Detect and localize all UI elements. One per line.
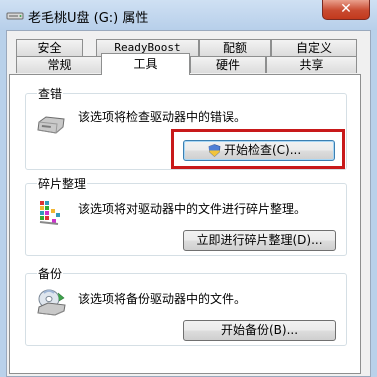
tab-quota[interactable]: 配额 — [199, 39, 271, 56]
defrag-icon — [39, 201, 60, 225]
backup-now-button[interactable]: 开始备份(B)... — [183, 320, 336, 341]
tab-hardware[interactable]: 硬件 — [190, 56, 266, 73]
tab-sharing[interactable]: 共享 — [266, 56, 357, 73]
drive-icon — [37, 116, 65, 134]
close-button[interactable]: ✕ — [322, 0, 370, 20]
tab-customize[interactable]: 自定义 — [271, 39, 357, 56]
tab-tools[interactable]: 工具 — [101, 53, 190, 75]
title-bar: 老毛桃U盘 (G:) 属性 ✕ — [0, 0, 377, 30]
backup-description: 该选项将备份驱动器中的文件。 — [78, 292, 247, 306]
defragment-now-button[interactable]: 立即进行碎片整理(D)... — [183, 230, 336, 251]
highlight-box — [171, 129, 345, 169]
tab-general[interactable]: 常规 — [16, 56, 103, 73]
defrag-description: 该选项将对驱动器中的文件进行碎片整理。 — [78, 202, 307, 216]
error-check-description: 该选项将检查驱动器中的错误。 — [78, 110, 247, 124]
defrag-title: 碎片整理 — [37, 175, 88, 192]
window-title: 老毛桃U盘 (G:) 属性 — [28, 11, 149, 26]
backup-icon — [37, 289, 66, 316]
usb-drive-icon — [6, 12, 24, 20]
tab-security[interactable]: 安全 — [16, 39, 83, 56]
backup-title: 备份 — [37, 265, 64, 282]
error-check-title: 查错 — [37, 85, 64, 102]
